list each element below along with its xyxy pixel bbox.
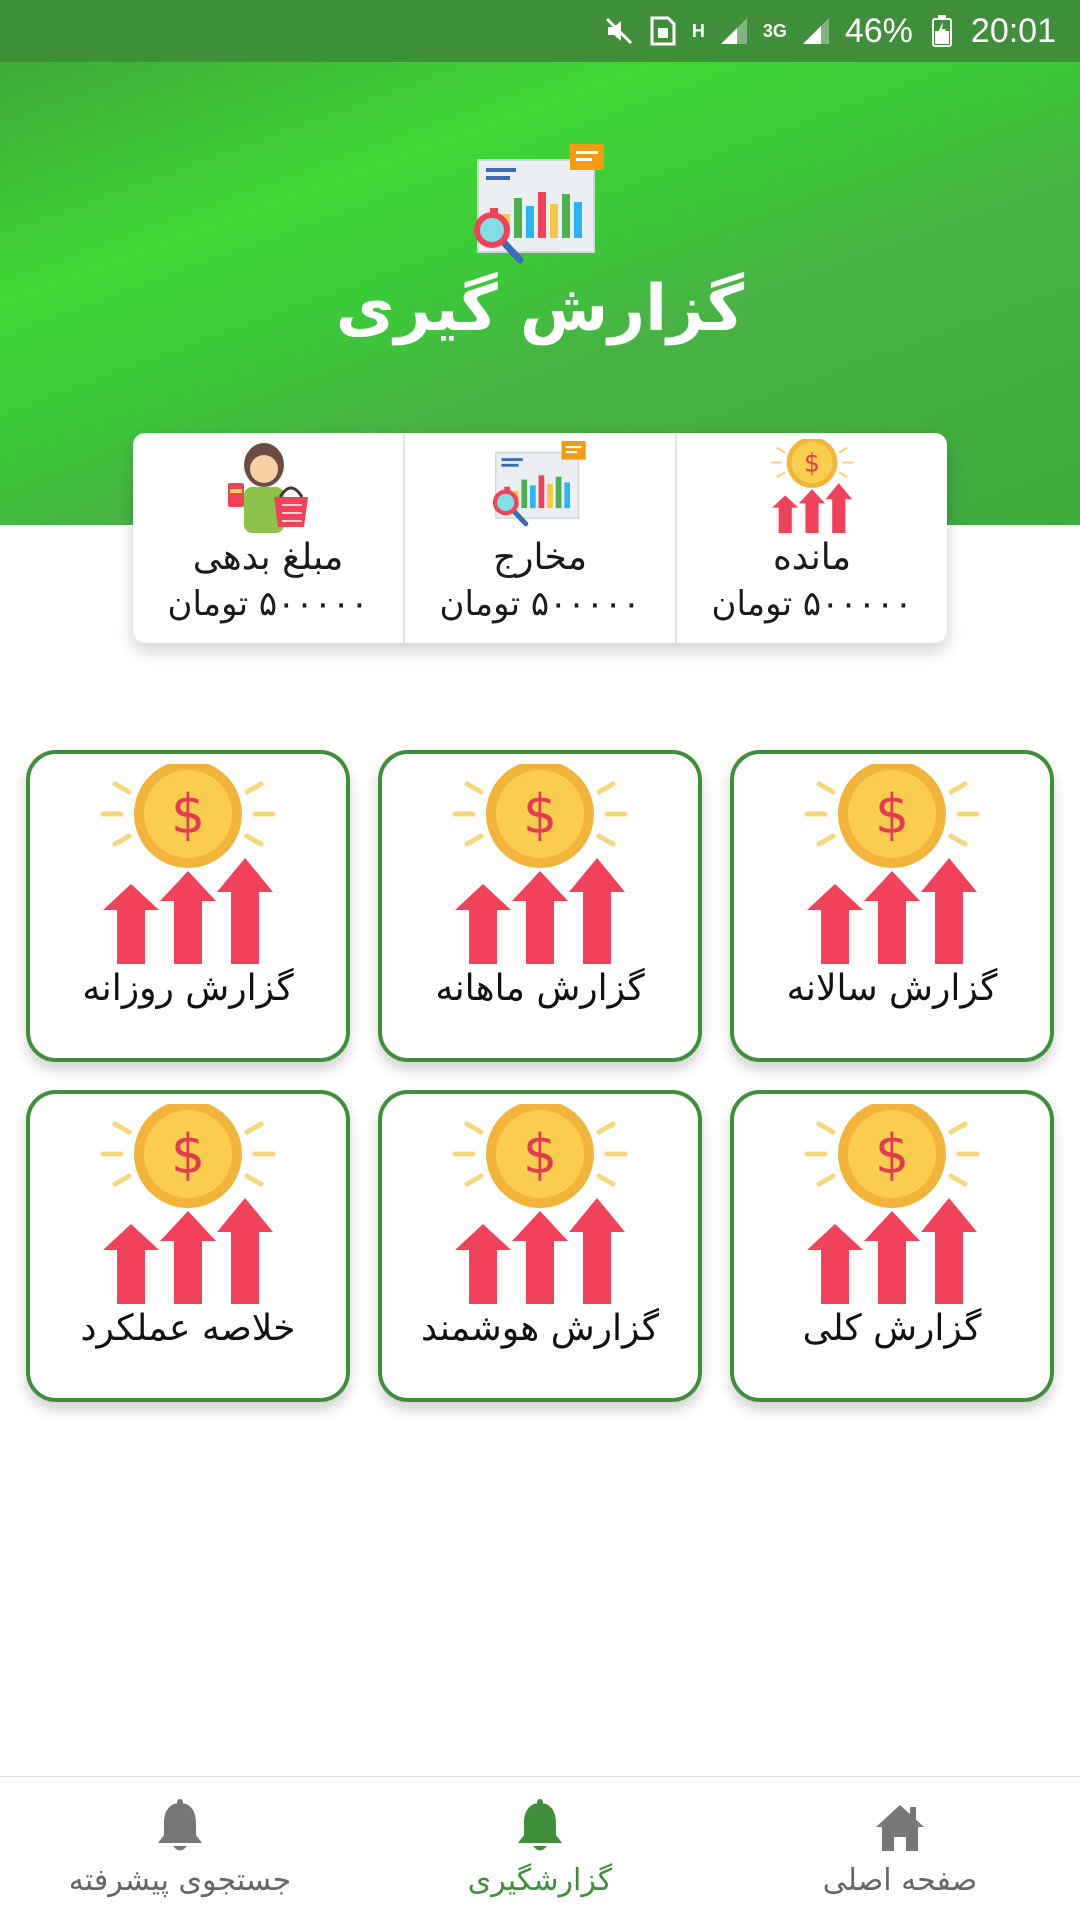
coin-arrows-icon — [445, 764, 635, 964]
tile-general-report[interactable]: گزارش کلی — [730, 1090, 1054, 1402]
coin-arrows-icon — [797, 764, 987, 964]
tile-performance-summary[interactable]: خلاصه عملکرد — [26, 1090, 350, 1402]
tile-yearly-report[interactable]: گزارش سالانه — [730, 750, 1054, 1062]
tile-smart-report[interactable]: گزارش هوشمند — [378, 1090, 702, 1402]
page-title: گزارش گیری — [335, 272, 745, 346]
nav-label: جستجوی پیشرفته — [68, 1863, 292, 1898]
summary-label: مانده — [772, 537, 852, 578]
mute-icon — [604, 16, 634, 46]
bell-icon — [514, 1799, 566, 1855]
nav-home[interactable]: صفحه اصلی — [720, 1777, 1080, 1920]
nav-label: صفحه اصلی — [822, 1863, 978, 1898]
tile-label: گزارش روزانه — [82, 968, 294, 1009]
tile-label: گزارش سالانه — [786, 968, 998, 1009]
nav-advanced-search[interactable]: جستجوی پیشرفته — [0, 1777, 360, 1920]
bottom-nav: صفحه اصلی گزارشگیری جستجوی پیشرفته — [0, 1776, 1080, 1920]
summary-value: ۵۰۰۰۰۰ تومان — [167, 584, 369, 624]
tile-daily-report[interactable]: گزارش روزانه — [26, 750, 350, 1062]
status-bar: H 3G 46% 20:01 — [0, 0, 1080, 62]
summary-label: مخارج — [492, 537, 588, 578]
coin-arrows-icon — [797, 1104, 987, 1304]
tile-label: خلاصه عملکرد — [80, 1308, 296, 1349]
summary-label: مبلغ بدهی — [192, 537, 344, 578]
network-type-h: H — [691, 20, 705, 41]
coin-arrows-icon — [762, 439, 862, 533]
nav-label: گزارشگیری — [467, 1863, 613, 1898]
tile-label: گزارش هوشمند — [420, 1308, 660, 1349]
signal-icon — [719, 16, 749, 46]
battery-percent: 46% — [844, 11, 913, 50]
bell-icon — [154, 1799, 206, 1855]
tile-label: گزارش کلی — [802, 1308, 982, 1349]
tile-label: گزارش ماهانه — [435, 968, 645, 1009]
coin-arrows-icon — [445, 1104, 635, 1304]
shopper-icon — [218, 439, 318, 533]
sim-card-icon — [648, 16, 678, 46]
summary-balance: مانده ۵۰۰۰۰۰ تومان — [677, 433, 947, 643]
summary-expenses: مخارج ۵۰۰۰۰۰ تومان — [405, 433, 677, 643]
home-icon — [874, 1799, 926, 1855]
report-tiles-grid: گزارش سالانه گزارش ماهانه گزارش روزانه گ… — [26, 750, 1054, 1402]
summary-card: مانده ۵۰۰۰۰۰ تومان مخارج ۵۰۰۰۰۰ تومان مب… — [133, 433, 947, 643]
coin-arrows-icon — [93, 764, 283, 964]
summary-value: ۵۰۰۰۰۰ تومان — [711, 584, 913, 624]
network-type-3g: 3G — [762, 20, 787, 41]
report-chart-icon — [470, 142, 610, 272]
coin-arrows-icon — [93, 1104, 283, 1304]
nav-reports[interactable]: گزارشگیری — [360, 1777, 720, 1920]
tile-monthly-report[interactable]: گزارش ماهانه — [378, 750, 702, 1062]
report-chart-icon — [490, 439, 590, 533]
battery-charging-icon — [927, 15, 957, 47]
summary-value: ۵۰۰۰۰۰ تومان — [439, 584, 641, 624]
signal-icon-2 — [801, 16, 831, 46]
summary-debt: مبلغ بدهی ۵۰۰۰۰۰ تومان — [133, 433, 405, 643]
clock: 20:01 — [970, 11, 1056, 50]
